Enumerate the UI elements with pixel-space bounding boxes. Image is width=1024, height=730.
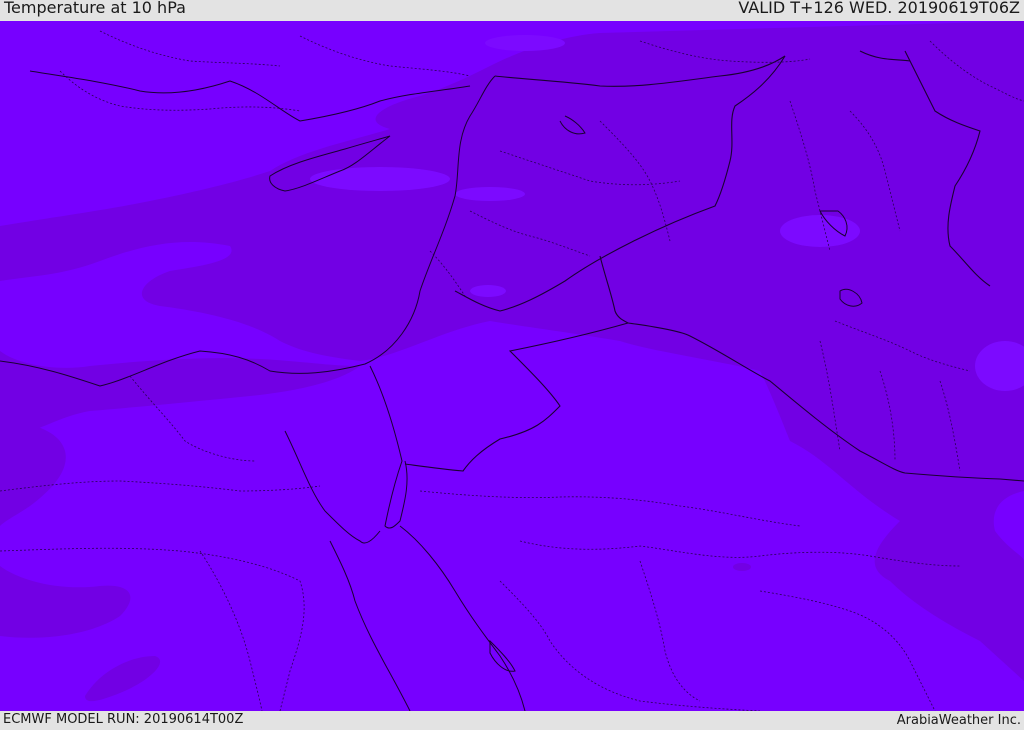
model-run-label: ECMWF MODEL RUN: 20190614T00Z — [3, 712, 244, 727]
light-pocket-2 — [455, 187, 525, 201]
footer-bar: ECMWF MODEL RUN: 20190614T00Z ArabiaWeat… — [0, 711, 1024, 729]
credit-label: ArabiaWeather Inc. — [896, 713, 1021, 728]
map-svg — [0, 21, 1024, 711]
header-bar: Temperature at 10 hPa VALID T+126 WED. 2… — [0, 0, 1024, 21]
light-pocket-1 — [780, 215, 860, 247]
light-pocket-7 — [733, 563, 751, 571]
light-pocket-6 — [485, 35, 565, 51]
valid-time-label: VALID T+126 WED. 20190619T06Z — [738, 0, 1020, 17]
light-pocket-5 — [470, 285, 506, 297]
light-pocket-3 — [310, 167, 450, 191]
map-title: Temperature at 10 hPa — [4, 0, 186, 17]
map-canvas[interactable] — [0, 21, 1024, 711]
